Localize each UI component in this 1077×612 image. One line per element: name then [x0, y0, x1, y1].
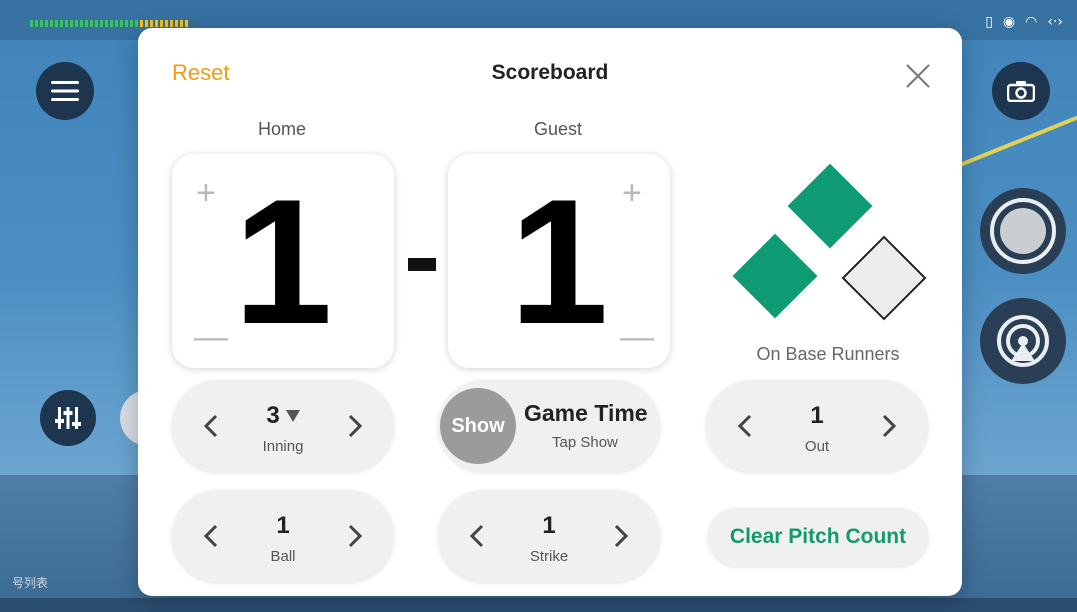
system-status-icons: ▯ ◉ ◠ ‹·›: [985, 14, 1063, 30]
home-label: Home: [257, 119, 306, 139]
audio-level-meter: [30, 20, 200, 27]
strike-stepper: 1 Strike: [438, 490, 660, 582]
on-base-runners-label: On Base Runners: [756, 344, 900, 364]
sliders-icon: [55, 407, 81, 429]
live-stream-button[interactable]: [980, 298, 1066, 384]
close-icon[interactable]: [902, 60, 934, 92]
broadcast-icon: [997, 315, 1049, 367]
score-separator: [408, 258, 436, 271]
snapshot-button[interactable]: [992, 62, 1050, 120]
chevron-right-icon[interactable]: [336, 408, 372, 444]
guest-score-card: + 1 —: [448, 154, 670, 368]
record-ring-icon: [990, 198, 1056, 264]
home-score-card: + 1 —: [172, 154, 394, 368]
net-line-top: [954, 112, 1077, 169]
menu-button[interactable]: [36, 62, 94, 120]
guest-decrement-button[interactable]: —: [620, 320, 654, 354]
bottom-list-label: 号列表: [12, 576, 49, 590]
out-stepper: 1 Out: [706, 380, 928, 472]
game-time-title: Game Time: [524, 400, 648, 426]
inning-value: 3: [266, 402, 280, 429]
home-decrement-button[interactable]: —: [194, 320, 228, 354]
chevron-right-icon[interactable]: [336, 518, 372, 554]
third-base-toggle[interactable]: [732, 233, 818, 319]
wifi-icon: ◠: [1025, 14, 1038, 30]
clear-pitch-count-button[interactable]: Clear Pitch Count: [708, 508, 928, 566]
guest-label: Guest: [533, 119, 583, 139]
sd-card-icon: ▯: [985, 14, 993, 30]
hamburger-icon: [51, 81, 79, 101]
chevron-right-icon[interactable]: [870, 408, 906, 444]
battery-icon: ◉: [1002, 14, 1016, 30]
inning-stepper: 3 Inning: [172, 380, 394, 472]
game-time-control: Show Game Time Tap Show: [438, 380, 660, 472]
dialog-title: Scoreboard: [491, 61, 609, 84]
show-game-time-button[interactable]: Show: [440, 388, 516, 464]
chevron-right-icon[interactable]: [602, 518, 638, 554]
second-base-toggle[interactable]: [787, 163, 873, 249]
code-icon: ‹·›: [1047, 14, 1063, 30]
dropdown-triangle-icon: [285, 410, 300, 422]
record-button[interactable]: [980, 188, 1066, 274]
first-base-toggle[interactable]: [841, 235, 927, 321]
scoreboard-dialog: Reset Scoreboard Home + 1 — Guest + 1 — …: [138, 28, 962, 596]
ball-stepper: 1 Ball: [172, 490, 394, 582]
court-strip: [0, 598, 1077, 612]
audio-mixer-button[interactable]: [40, 390, 96, 446]
game-time-subtitle: Tap Show: [552, 434, 618, 451]
camera-icon: [1007, 81, 1035, 102]
